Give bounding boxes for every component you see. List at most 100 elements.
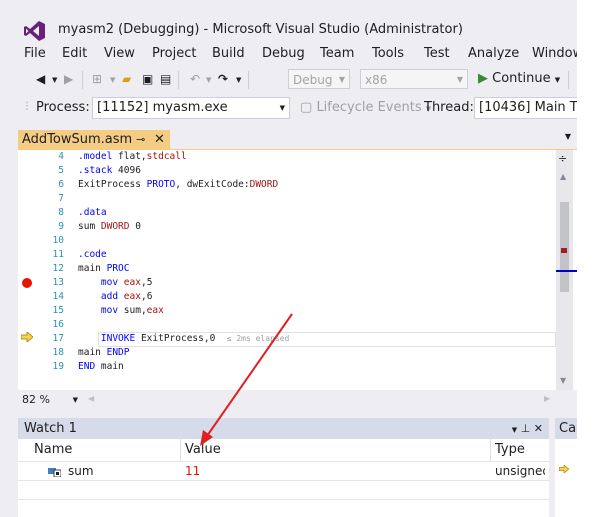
scroll-down-icon[interactable]: ▼ — [560, 376, 566, 385]
code-line: 4 .model flat,stdcall — [58, 151, 187, 162]
code-line: 12 main PROC — [52, 263, 130, 274]
open-folder-icon[interactable]: ▰ — [122, 72, 131, 86]
scroll-left-icon[interactable]: ◀ — [88, 394, 94, 403]
code-line: 9 sum DWORD 0 — [58, 221, 141, 232]
code-line: 13 mov eax,5 — [52, 277, 153, 288]
watch-type-cell: unsigned — [495, 464, 545, 478]
menu-project[interactable]: Project — [152, 46, 196, 61]
code-line: 11 .code — [52, 249, 107, 260]
document-tab-well: AddTowSum.asm ⊸ ✕ ▼ — [18, 130, 577, 151]
code-line: 18 main ENDP — [52, 347, 130, 358]
redo-dropdown-icon[interactable]: ▼ — [236, 76, 241, 84]
current-frame-arrow-icon — [559, 465, 569, 473]
menu-bar: File Edit View Project Build Debug Team … — [0, 42, 577, 66]
undo-dropdown-icon[interactable]: ▼ — [206, 76, 211, 84]
code-line-current: 17 INVOKE ExitProcess,0 ≤ 2ms elapsed — [52, 333, 290, 344]
chevron-down-icon: ▼ — [338, 75, 345, 84]
standard-toolbar: ◀ ▼ ▶ ⊞ ▼ ▰ ▣ ▤ ↶ ▼ ↷ ▼ Debug ▼ x86 ▼ ▶ Co… — [0, 66, 577, 94]
watch-value-cell[interactable]: 11 — [185, 462, 200, 481]
undo-icon[interactable]: ↶ — [190, 72, 200, 86]
indicator-margin[interactable] — [18, 150, 38, 390]
visual-studio-window: myasm2 (Debugging) - Microsoft Visual St… — [0, 0, 577, 517]
zoom-select[interactable]: 82 % ▼ — [20, 392, 80, 408]
code-line: 5 .stack 4096 — [58, 165, 141, 176]
perf-tip[interactable]: ≤ 2ms elapsed — [227, 334, 290, 343]
code-line: 6 ExitProcess PROTO, dwExitCode:DWORD — [58, 179, 279, 190]
scroll-up-icon[interactable]: ▲ — [560, 172, 566, 181]
chevron-down-icon: ▼ — [279, 104, 285, 112]
menu-build[interactable]: Build — [212, 46, 245, 61]
code-line: 19 END main — [52, 361, 124, 372]
save-icon[interactable]: ▣ — [142, 72, 153, 86]
editor-zoom-bar: 82 % ▼ ◀ ▶ — [18, 391, 577, 409]
new-dropdown-icon[interactable]: ▼ — [110, 76, 115, 84]
code-line: 7 — [58, 193, 64, 204]
menu-file[interactable]: File — [24, 46, 46, 61]
watch-grid: Name Value Type sum 11 unsigned — [18, 439, 549, 517]
window-menu-icon[interactable]: ▼ — [512, 426, 517, 434]
solution-config-select[interactable]: Debug ▼ — [288, 69, 350, 89]
back-icon[interactable]: ◀ — [36, 72, 45, 86]
visual-studio-logo-icon — [24, 21, 45, 41]
column-header-name[interactable]: Name — [18, 439, 181, 461]
menu-analyze[interactable]: Analyze — [468, 46, 519, 61]
save-all-icon[interactable]: ▤ — [160, 72, 171, 86]
process-select[interactable]: [11152] myasm.exe ▼ — [92, 97, 290, 119]
menu-window[interactable]: Window — [532, 46, 577, 61]
call-stack-grid — [555, 439, 577, 517]
redo-icon[interactable]: ↷ — [218, 72, 228, 86]
call-stack-title: Call Stack — [559, 421, 577, 436]
debug-location-toolbar: ⋮ Process: [11152] myasm.exe ▼ ▢ Lifecyc… — [0, 95, 577, 121]
menu-test[interactable]: Test — [424, 46, 450, 61]
title-bar: myasm2 (Debugging) - Microsoft Visual St… — [0, 0, 577, 41]
tab-addtowsum-asm[interactable]: AddTowSum.asm ⊸ ✕ — [18, 130, 170, 149]
pin-icon[interactable]: ⊥ — [521, 422, 531, 435]
chevron-down-icon: ▼ — [554, 76, 561, 84]
code-editor[interactable]: 4 .model flat,stdcall 5 .stack 4096 6 ExitP… — [18, 150, 577, 390]
code-line: 16 — [52, 319, 64, 330]
caret-position-marker — [556, 270, 577, 272]
chevron-down-icon: ▼ — [456, 75, 463, 84]
table-row[interactable]: sum 11 unsigned — [18, 461, 549, 481]
watch-name-cell[interactable]: sum — [68, 462, 94, 481]
process-label: Process: — [36, 100, 90, 115]
close-icon[interactable]: ✕ — [534, 422, 543, 435]
thread-select[interactable]: [10436] Main Thread — [474, 97, 577, 119]
platform-select[interactable]: x86 ▼ — [360, 69, 468, 89]
watch-title: Watch 1 — [24, 421, 77, 436]
lifecycle-icon: ▢ — [300, 100, 313, 115]
tab-label: AddTowSum.asm — [22, 132, 133, 147]
play-icon: ▶ — [478, 71, 488, 86]
forward-icon[interactable]: ▶ — [64, 72, 73, 86]
breakpoint-icon[interactable] — [22, 278, 32, 288]
toolbar-grip-icon: ⋮ — [22, 101, 32, 112]
close-icon[interactable]: ✕ — [154, 130, 165, 149]
split-window-icon[interactable]: ÷ — [558, 152, 567, 165]
scrollbar-thumb[interactable] — [560, 202, 569, 292]
lifecycle-events-button[interactable]: ▢ Lifecycle Events ▼ — [300, 100, 431, 115]
chevron-down-icon: ▼ — [72, 396, 78, 404]
code-line: 10 — [52, 235, 64, 246]
column-header-type[interactable]: Type — [491, 439, 549, 461]
pin-icon[interactable]: ⊸ — [136, 130, 145, 149]
column-header-value[interactable]: Value — [181, 439, 491, 461]
back-dropdown-icon[interactable]: ▼ — [52, 76, 57, 84]
menu-debug[interactable]: Debug — [262, 46, 305, 61]
scroll-right-icon[interactable]: ▶ — [544, 394, 550, 403]
window-title: myasm2 (Debugging) - Microsoft Visual St… — [58, 22, 463, 37]
instruction-pointer-arrow-icon[interactable] — [21, 332, 33, 342]
call-stack-header: Call Stack — [555, 418, 577, 439]
code-line: 15 mov sum,eax — [52, 305, 164, 316]
tab-overflow-icon[interactable]: ▼ — [565, 132, 571, 141]
menu-tools[interactable]: Tools — [372, 46, 404, 61]
menu-edit[interactable]: Edit — [62, 46, 87, 61]
menu-view[interactable]: View — [104, 46, 135, 61]
menu-team[interactable]: Team — [320, 46, 354, 61]
watch-add-row[interactable] — [18, 480, 549, 500]
watch-window-header: Watch 1 ▼ ⊥ ✕ — [18, 418, 549, 439]
code-line: 14 add eax,6 — [52, 291, 153, 302]
variable-icon — [48, 468, 61, 477]
thread-label: Thread: — [424, 100, 474, 115]
continue-button[interactable]: ▶ Continue ▼ — [478, 71, 560, 86]
new-project-icon[interactable]: ⊞ — [92, 72, 102, 86]
